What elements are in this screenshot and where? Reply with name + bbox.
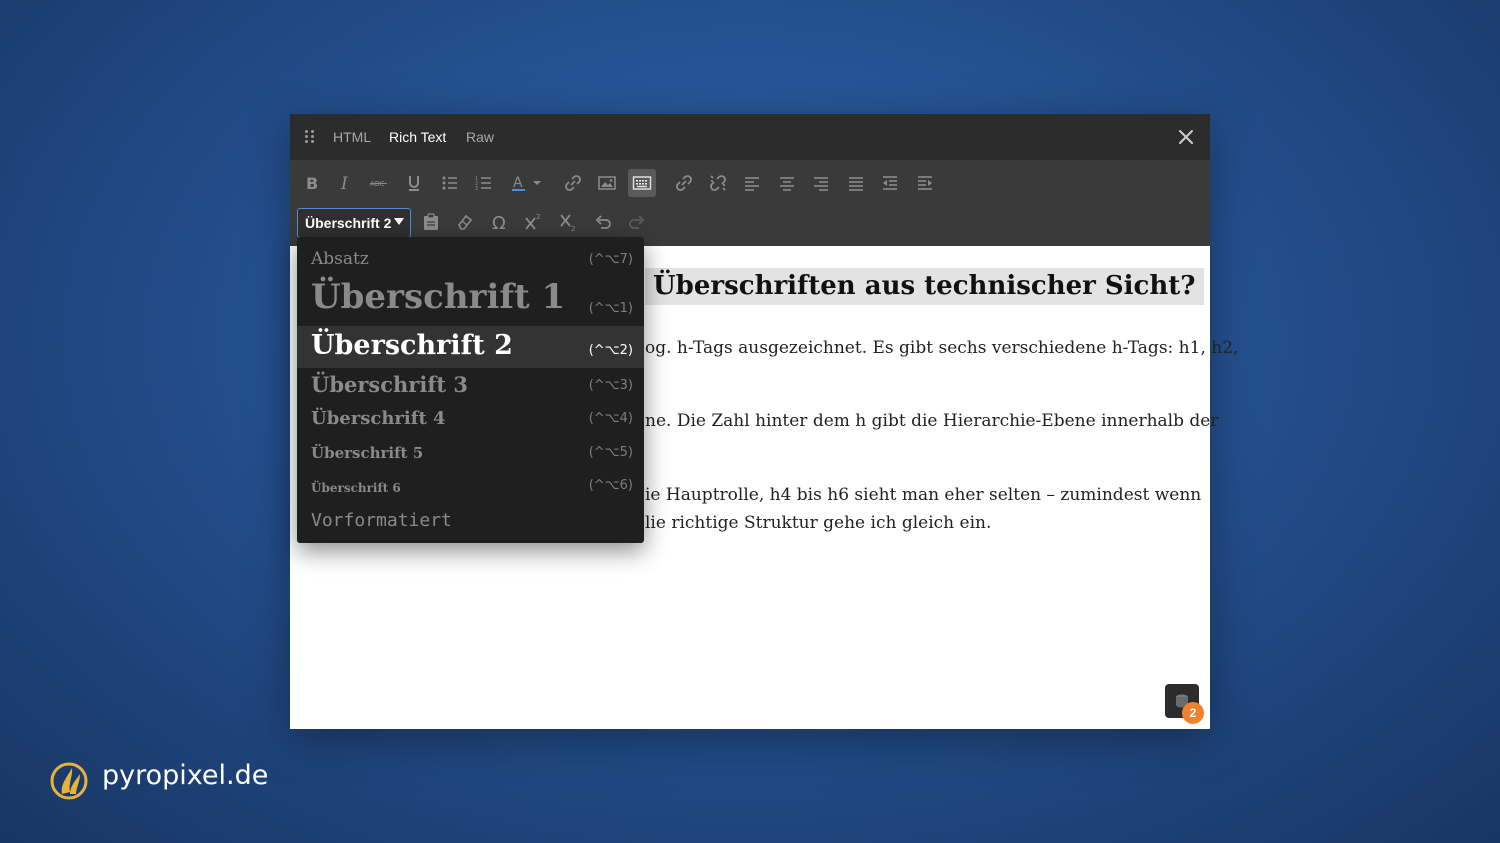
close-icon[interactable]	[1176, 127, 1196, 147]
underline-icon[interactable]	[401, 170, 427, 196]
bullet-list-icon[interactable]	[437, 170, 463, 196]
omega-icon[interactable]: Ω	[487, 209, 513, 235]
content-line-3: ie Hauptrolle, h4 bis h6 sieht man eher …	[645, 485, 1202, 505]
redo-icon[interactable]	[624, 209, 650, 235]
brand-name: pyropixel.de	[102, 760, 269, 791]
menu-item-preformatted[interactable]: Vorformatiert	[297, 505, 644, 537]
strikethrough-icon[interactable]: ABC	[367, 170, 393, 196]
formatting-toolbar: B I ABC 123 A	[290, 160, 1210, 246]
outdent-icon[interactable]	[877, 170, 903, 196]
link-icon[interactable]	[560, 170, 586, 196]
italic-icon[interactable]: I	[333, 170, 359, 196]
align-justify-icon[interactable]	[843, 170, 869, 196]
insert-link-icon[interactable]	[671, 170, 697, 196]
notification-badge: 2	[1182, 702, 1204, 724]
svg-text:Ω: Ω	[492, 213, 506, 232]
chevron-down-icon[interactable]	[530, 170, 544, 196]
tab-raw[interactable]: Raw	[466, 129, 494, 145]
svg-text:2: 2	[536, 213, 540, 221]
format-dropdown-menu: Absatz (^⌥7) Überschrift 1 (^⌥1) Übersch…	[297, 237, 644, 543]
indent-icon[interactable]	[912, 170, 938, 196]
text-color-icon[interactable]: A	[506, 170, 532, 196]
svg-text:B: B	[306, 174, 318, 193]
format-select[interactable]: Überschrift 2	[297, 208, 411, 238]
align-left-icon[interactable]	[739, 170, 765, 196]
image-icon[interactable]	[594, 170, 620, 196]
content-line-4: lie richtige Struktur gehe ich gleich ei…	[645, 513, 992, 533]
numbered-list-icon[interactable]: 123	[471, 170, 497, 196]
menu-item-heading-4[interactable]: Überschrift 4 (^⌥4)	[297, 405, 644, 437]
paste-icon[interactable]	[418, 209, 444, 235]
bold-icon[interactable]: B	[299, 170, 325, 196]
svg-text:A: A	[513, 175, 523, 191]
content-heading: Überschriften aus technischer Sicht?	[645, 268, 1204, 305]
unlink-icon[interactable]	[705, 170, 731, 196]
menu-item-heading-5[interactable]: Überschrift 5 (^⌥5)	[297, 439, 644, 471]
tab-rich-text[interactable]: Rich Text	[389, 129, 446, 145]
content-line-2: ne. Die Zahl hinter dem h gibt die Hiera…	[645, 411, 1219, 431]
drag-handle-icon[interactable]	[305, 130, 317, 144]
subscript-icon[interactable]: 2	[556, 209, 582, 235]
menu-item-paragraph[interactable]: Absatz (^⌥7)	[297, 243, 644, 275]
superscript-icon[interactable]: 2	[521, 209, 547, 235]
menu-item-heading-3[interactable]: Überschrift 3 (^⌥3)	[297, 369, 644, 403]
format-select-value: Überschrift 2	[305, 215, 392, 231]
tab-html[interactable]: HTML	[333, 129, 371, 145]
menu-item-heading-2[interactable]: Überschrift 2 (^⌥2)	[297, 326, 644, 368]
svg-text:I: I	[340, 174, 348, 193]
eraser-icon[interactable]	[452, 209, 478, 235]
menu-item-heading-1[interactable]: Überschrift 1 (^⌥1)	[297, 277, 644, 325]
pyropixel-logo-icon	[48, 760, 90, 802]
svg-text:2: 2	[571, 225, 575, 232]
caret-down-icon	[394, 218, 404, 225]
align-right-icon[interactable]	[808, 170, 834, 196]
svg-text:3: 3	[475, 186, 478, 192]
menu-item-heading-6[interactable]: Überschrift 6 (^⌥6)	[297, 473, 644, 503]
content-line-1: og. h-Tags ausgezeichnet. Es gibt sechs …	[645, 338, 1239, 358]
undo-icon[interactable]	[590, 209, 616, 235]
keyboard-icon[interactable]	[628, 169, 656, 197]
editor-titlebar: HTML Rich Text Raw	[290, 114, 1210, 160]
align-center-icon[interactable]	[774, 170, 800, 196]
